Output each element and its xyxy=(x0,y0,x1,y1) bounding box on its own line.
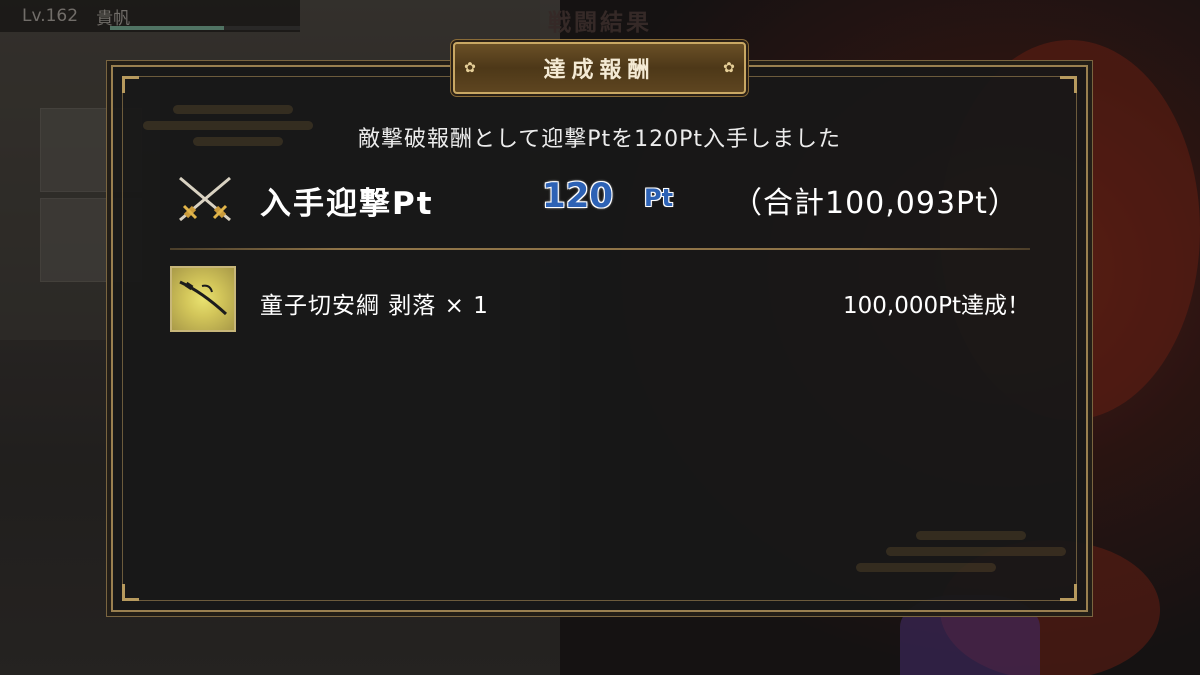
flower-crest-icon: ✿ xyxy=(464,60,476,76)
dialog-corner-ornament xyxy=(122,584,139,601)
points-value: 120 xyxy=(542,176,613,216)
dialog-title-plate: ✿ 達成報酬 ✿ xyxy=(453,42,746,94)
cloud-ornament xyxy=(173,105,293,114)
points-label: 入手迎撃Pt xyxy=(260,186,434,222)
dialog-inner-border xyxy=(122,76,1077,601)
flower-crest-icon: ✿ xyxy=(723,60,735,76)
reward-message: 敵撃破報酬として迎撃Ptを120Pt入手しました xyxy=(357,127,842,152)
dialog-corner-ornament xyxy=(122,76,139,93)
cloud-ornament xyxy=(856,563,996,572)
reward-item-name: 童子切安綱 剥落 × 1 xyxy=(260,293,489,319)
cloud-ornament xyxy=(886,547,1066,556)
reward-item-row: 童子切安綱 剥落 × 1 100,000Pt達成！ xyxy=(170,266,1030,334)
points-unit: Pt xyxy=(644,184,674,212)
katana-item-icon xyxy=(170,266,236,332)
reward-milestone-note: 100,000Pt達成！ xyxy=(843,293,1030,319)
points-total: （合計100,093Pt） xyxy=(732,186,1019,221)
points-row: 入手迎撃Pt 120 Pt （合計100,093Pt） xyxy=(170,168,1050,230)
dialog-corner-ornament xyxy=(1060,76,1077,93)
crossed-swords-icon xyxy=(179,176,231,222)
dialog-corner-ornament xyxy=(1060,584,1077,601)
dialog-title: 達成報酬 xyxy=(543,57,656,83)
section-divider xyxy=(170,248,1030,250)
katana-icon xyxy=(179,280,228,316)
cloud-ornament xyxy=(916,531,1026,540)
